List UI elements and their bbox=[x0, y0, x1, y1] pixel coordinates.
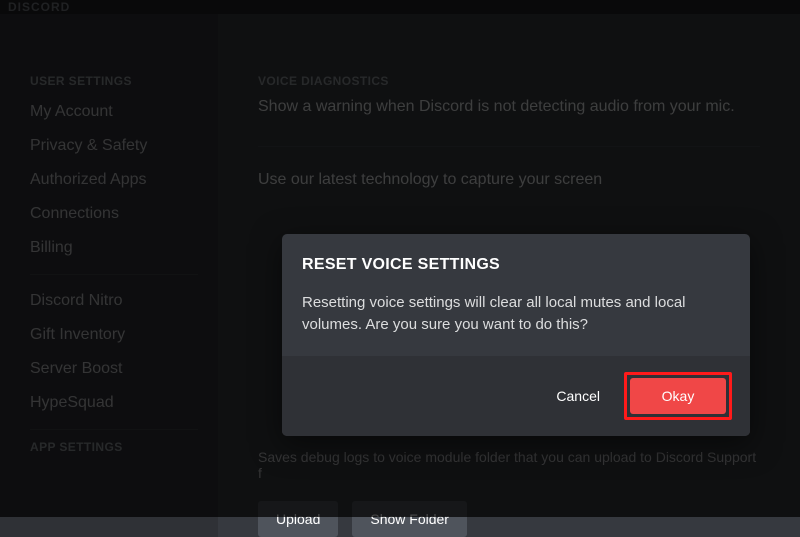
screen-capture-text: Use our latest technology to capture you… bbox=[258, 171, 760, 189]
sidebar-item-gift-inventory[interactable]: Gift Inventory bbox=[20, 319, 208, 351]
sidebar-section-header-user: USER SETTINGS bbox=[30, 74, 198, 88]
mic-warning-text: Show a warning when Discord is not detec… bbox=[258, 98, 760, 116]
okay-button[interactable]: Okay bbox=[630, 378, 726, 414]
upload-button[interactable]: Upload bbox=[258, 501, 338, 537]
sidebar-item-billing[interactable]: Billing bbox=[20, 232, 208, 264]
sidebar-divider bbox=[30, 429, 198, 430]
sidebar-item-authorized-apps[interactable]: Authorized Apps bbox=[20, 164, 208, 196]
reset-voice-modal: RESET VOICE SETTINGS Resetting voice set… bbox=[282, 234, 750, 436]
voice-diagnostics-header: VOICE DIAGNOSTICS bbox=[258, 74, 760, 88]
sidebar-item-privacy-safety[interactable]: Privacy & Safety bbox=[20, 130, 208, 162]
settings-sidebar: USER SETTINGS My Account Privacy & Safet… bbox=[0, 14, 218, 537]
sidebar-item-discord-nitro[interactable]: Discord Nitro bbox=[20, 285, 208, 317]
show-folder-button[interactable]: Show Folder bbox=[352, 501, 467, 537]
debug-button-row: Upload Show Folder bbox=[258, 501, 760, 537]
discord-wordmark: DISCORD bbox=[8, 0, 70, 14]
sidebar-item-server-boost[interactable]: Server Boost bbox=[20, 353, 208, 385]
sidebar-item-hypesquad[interactable]: HypeSquad bbox=[20, 387, 208, 419]
sidebar-item-my-account[interactable]: My Account bbox=[20, 96, 208, 128]
modal-description: Resetting voice settings will clear all … bbox=[302, 292, 730, 336]
modal-footer: Cancel Okay bbox=[282, 356, 750, 436]
sidebar-section-header-app: APP SETTINGS bbox=[30, 440, 198, 454]
modal-title: RESET VOICE SETTINGS bbox=[302, 256, 730, 274]
modal-body: RESET VOICE SETTINGS Resetting voice set… bbox=[282, 234, 750, 356]
cancel-button[interactable]: Cancel bbox=[550, 380, 606, 412]
okay-highlight: Okay bbox=[624, 372, 732, 420]
horizontal-divider bbox=[258, 146, 760, 147]
sidebar-item-connections[interactable]: Connections bbox=[20, 198, 208, 230]
sidebar-divider bbox=[30, 274, 198, 275]
titlebar: DISCORD bbox=[0, 0, 800, 14]
debug-logs-text: Saves debug logs to voice module folder … bbox=[258, 449, 760, 481]
